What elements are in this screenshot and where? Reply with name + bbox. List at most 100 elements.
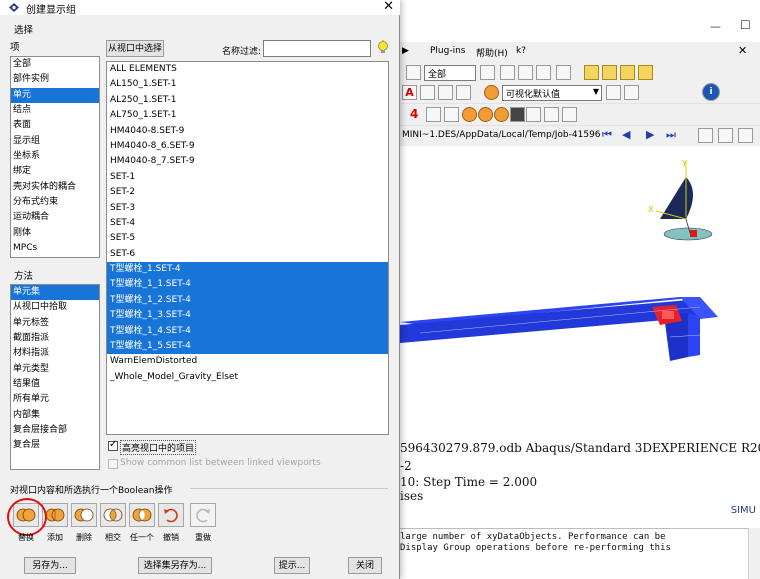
method-list[interactable]: 单元集 从视口中拾取 单元标签 截面指派 材料指派 单元类型 结果值 所有单元 内部集 复合层接合…: [10, 284, 100, 470]
item-list-entry[interactable]: 表面: [11, 118, 99, 133]
close-button[interactable]: 关闭: [348, 557, 382, 574]
either-button[interactable]: [129, 503, 155, 527]
hint-button[interactable]: 提示...: [274, 557, 310, 574]
select-arrow-icon[interactable]: [406, 65, 421, 80]
element-set-entry[interactable]: ALL ELEMENTS: [107, 62, 388, 77]
method-list-entry[interactable]: 从视口中拾取: [11, 300, 99, 315]
shade-icon[interactable]: [462, 107, 477, 122]
arrow-tool-icon[interactable]: [426, 107, 441, 122]
shade-3-icon[interactable]: [494, 107, 509, 122]
save-as-button[interactable]: 另存为...: [24, 557, 76, 574]
reset-view-icon[interactable]: [562, 107, 577, 122]
element-set-entry[interactable]: AL750_1.SET-1: [107, 108, 388, 123]
method-list-entry[interactable]: 复合层接合部: [11, 423, 99, 438]
rotate-right-icon[interactable]: [544, 107, 559, 122]
pick-poly-icon[interactable]: [518, 65, 533, 80]
item-list-entry[interactable]: MPCs: [11, 241, 99, 256]
element-set-entry[interactable]: T型螺栓_1_1.SET-4: [107, 277, 388, 293]
method-list-entry[interactable]: 复合层: [11, 438, 99, 453]
first-frame-icon[interactable]: ⏮: [602, 128, 612, 142]
element-set-entry[interactable]: T型螺栓_1.SET-4: [107, 262, 388, 278]
item-list-entry[interactable]: 结点: [11, 103, 99, 118]
dialog-close-icon[interactable]: ✕: [383, 0, 394, 14]
element-set-entry[interactable]: WarnElemDistorted: [107, 354, 388, 369]
cube-top-icon[interactable]: [620, 65, 635, 80]
item-list-entry[interactable]: 坐标系: [11, 149, 99, 164]
item-list-entry[interactable]: 全部: [11, 57, 99, 72]
element-set-entry[interactable]: SET-5: [107, 231, 388, 246]
method-list-entry[interactable]: 单元标签: [11, 316, 99, 331]
element-set-entry[interactable]: SET-3: [107, 201, 388, 216]
print-icon[interactable]: [738, 128, 753, 143]
element-set-entry[interactable]: HM4040-8_6.SET-9: [107, 139, 388, 154]
undo-button[interactable]: [158, 503, 184, 527]
shade-2-icon[interactable]: [478, 107, 493, 122]
pick-from-viewport-button[interactable]: 从视口中选择: [106, 40, 164, 57]
last-frame-icon[interactable]: ⏭: [666, 128, 676, 142]
element-set-entry[interactable]: SET-2: [107, 185, 388, 200]
sub-close-icon[interactable]: ✕: [738, 44, 747, 57]
legend-icon[interactable]: [438, 85, 453, 100]
element-set-entry[interactable]: SET-6: [107, 247, 388, 262]
item-list-entry[interactable]: 绑定: [11, 164, 99, 179]
element-set-entry[interactable]: AL250_1.SET-1: [107, 93, 388, 108]
item-list-entry[interactable]: 单元: [11, 87, 99, 104]
pick-region-icon[interactable]: [556, 65, 571, 80]
element-set-entry[interactable]: T型螺栓_1_3.SET-4: [107, 308, 388, 324]
method-list-entry[interactable]: 内部集: [11, 408, 99, 423]
menu-plugins[interactable]: Plug-ins: [430, 46, 466, 56]
item-list-entry[interactable]: 部件实例: [11, 72, 99, 87]
cube-iso-icon[interactable]: [584, 65, 599, 80]
visual-defaults-combo[interactable]: 可视化默认值 ▼: [502, 85, 602, 101]
text-annotation-icon[interactable]: A: [402, 85, 417, 100]
animation-icon[interactable]: [698, 128, 713, 143]
axis-icon[interactable]: [444, 107, 459, 122]
lightbulb-icon[interactable]: [376, 40, 390, 56]
method-list-entry[interactable]: 单元类型: [11, 362, 99, 377]
intersect-button[interactable]: [100, 503, 126, 527]
cube-side-icon[interactable]: [638, 65, 653, 80]
element-set-entry[interactable]: T型螺栓_1_2.SET-4: [107, 292, 388, 309]
element-set-entry[interactable]: SET-1: [107, 170, 388, 185]
element-set-entry[interactable]: AL150_1.SET-1: [107, 77, 388, 92]
message-scrollbar[interactable]: [748, 528, 760, 579]
highlight-items-checkbox[interactable]: [108, 439, 118, 451]
item-list-entry[interactable]: 分布式约束: [11, 195, 99, 210]
pick-circle-icon[interactable]: [536, 65, 551, 80]
element-set-entry[interactable]: HM4040-8.SET-9: [107, 124, 388, 139]
info-icon[interactable]: i: [702, 83, 720, 101]
menu-arrow-icon[interactable]: ▶: [402, 46, 409, 56]
save-selection-as-button[interactable]: 选择集另存为...: [138, 557, 212, 574]
method-list-entry[interactable]: 材料指派: [11, 346, 99, 361]
method-list-entry[interactable]: 单元集: [11, 285, 99, 301]
maximize-icon[interactable]: ☐: [740, 18, 751, 32]
menu-whats-this[interactable]: k?: [516, 46, 526, 56]
palette-icon[interactable]: [484, 85, 499, 100]
item-list-entry[interactable]: 运动耦合: [11, 210, 99, 225]
element-set-entry[interactable]: T型螺栓_1_5.SET-4: [107, 339, 388, 355]
filter-icon[interactable]: [480, 65, 495, 80]
element-set-entry[interactable]: SET-4: [107, 216, 388, 231]
minimize-icon[interactable]: —: [710, 20, 721, 33]
model-viewport[interactable]: Y X 596430279.879.odb Abaqus/Standard 3D…: [400, 147, 760, 527]
rotate-left-icon[interactable]: [526, 107, 541, 122]
next-frame-icon[interactable]: ▶: [646, 128, 654, 141]
prev-frame-icon[interactable]: ◀: [622, 128, 630, 141]
render-icon[interactable]: [606, 85, 621, 100]
pick-box-icon[interactable]: [500, 65, 515, 80]
method-list-entry[interactable]: 结果值: [11, 377, 99, 392]
name-filter-input[interactable]: [263, 40, 371, 57]
message-area[interactable]: SIMU large number of xyDataObjects. Perf…: [400, 505, 760, 579]
method-list-entry[interactable]: 所有单元: [11, 392, 99, 407]
cursor-icon[interactable]: [420, 85, 435, 100]
render-options-icon[interactable]: [624, 85, 639, 100]
element-set-list[interactable]: ALL ELEMENTS AL150_1.SET-1 AL250_1.SET-1 AL…: [106, 61, 389, 435]
item-list-entry[interactable]: 刚体: [11, 226, 99, 241]
element-set-entry[interactable]: _Whole_Model_Gravity_Elset: [107, 370, 388, 385]
item-list-entry[interactable]: 壳对实体的耦合: [11, 180, 99, 195]
grid-icon[interactable]: [456, 85, 471, 100]
method-list-entry[interactable]: 截面指派: [11, 331, 99, 346]
item-list[interactable]: 全部 部件实例 单元 结点 表面 显示组 坐标系 绑定 壳对实体的耦合 分布式约束 运动耦合 刚体 MP…: [10, 56, 100, 258]
element-set-entry[interactable]: HM4040-8_7.SET-9: [107, 154, 388, 169]
remove-button[interactable]: [71, 503, 97, 527]
